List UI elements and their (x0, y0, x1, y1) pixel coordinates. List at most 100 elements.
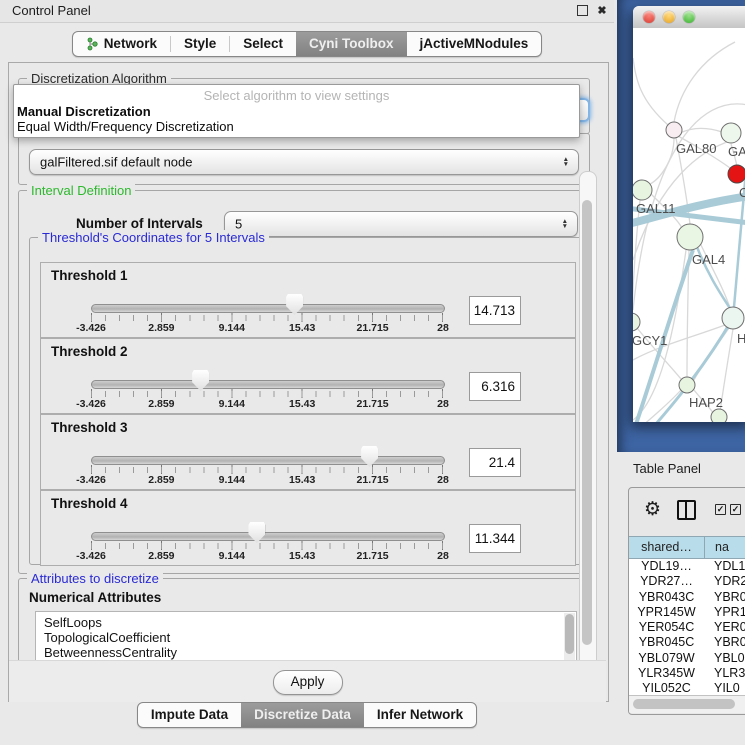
option-manual-discretization[interactable]: Manual Discretization (14, 104, 579, 119)
list-item[interactable]: BetweennessCentrality (36, 645, 576, 660)
table-row[interactable]: YBL079WYBL0 (629, 651, 745, 666)
threshold-4-value-field[interactable] (469, 524, 521, 553)
slider-track[interactable] (91, 456, 445, 465)
list-scrollbar[interactable] (564, 613, 575, 667)
table-row[interactable]: YBR045CYBR0 (629, 635, 745, 650)
table-row[interactable]: YLR345WYLR3 (629, 666, 745, 681)
list-item[interactable]: SelfLoops (36, 615, 576, 630)
network-node-gal11[interactable] (633, 180, 652, 200)
apply-button[interactable]: Apply (273, 670, 343, 695)
column-header-name[interactable]: na (705, 537, 745, 558)
cell: YBL079W (629, 651, 704, 666)
list-item[interactable]: TopologicalCoefficient (36, 630, 576, 645)
slider-scale: -3.426 2.859 9.144 15.43 21.715 28 (91, 550, 443, 564)
tab-select[interactable]: Select (230, 32, 296, 56)
number-of-intervals-combo[interactable]: 5 ▲▼ (224, 211, 578, 237)
network-node-hap2[interactable] (679, 377, 695, 393)
threshold-2-value-field[interactable] (469, 372, 521, 401)
slider-minor-ticks (91, 543, 444, 549)
network-node-top-right[interactable] (721, 123, 741, 143)
tab-infer-network[interactable]: Infer Network (364, 703, 476, 727)
threshold-3-value-field[interactable] (469, 448, 521, 477)
cell: YBR045C (629, 635, 704, 650)
tab-jactivemnodules-label: jActiveMNodules (420, 32, 529, 56)
number-of-intervals-label: Number of Intervals (76, 216, 203, 231)
tab-impute-data[interactable]: Impute Data (138, 703, 241, 727)
network-node-h[interactable] (722, 307, 744, 329)
node-label-gal80: GAL80 (676, 141, 716, 156)
checkbox-icon[interactable]: ✓ (715, 504, 726, 515)
cell: YDR2 (704, 574, 745, 589)
panel-scrollbar[interactable] (579, 171, 597, 695)
slider-track[interactable] (91, 380, 445, 389)
gear-icon[interactable]: ⚙ (644, 498, 661, 520)
node-label-gcy1: GCY1 (633, 333, 667, 348)
option-equal-width-frequency[interactable]: Equal Width/Frequency Discretization (14, 119, 579, 134)
column-header-shared[interactable]: shared… (629, 537, 705, 558)
close-icon[interactable]: ✖ (596, 5, 608, 17)
table-row[interactable]: YPR145WYPR1 (629, 605, 745, 620)
table-horizontal-scrollbar[interactable] (629, 695, 745, 713)
network-canvas[interactable]: GAL80 GA C GAL11 GAL4 GCY1 H HAP2 (633, 28, 745, 422)
table-row[interactable]: YDL19…YDL1 (629, 559, 745, 574)
tab-discretize-data-label: Discretize Data (254, 703, 351, 727)
table-row[interactable]: YDR27…YDR2 (629, 574, 745, 589)
node-label-partial-red: C (739, 185, 745, 200)
network-node-bottom[interactable] (711, 409, 727, 422)
cell: YBR0 (704, 590, 745, 605)
scale-label: 21.715 (357, 322, 389, 334)
scale-label: 2.859 (148, 474, 174, 486)
numerical-attributes-label: Numerical Attributes (29, 590, 161, 605)
cell: YLR345W (629, 666, 704, 681)
threshold-2-box: Threshold 2 -3.426 2.859 9.144 15.43 21.… (40, 338, 576, 414)
thresholds-title: Threshold's Coordinates for 5 Intervals (38, 230, 269, 245)
scale-label: 21.715 (357, 550, 389, 562)
table-scrollbar-thumb[interactable] (633, 699, 735, 709)
table-toolbar: ⚙ ✓ ✓ (629, 488, 745, 536)
float-window-icon[interactable] (577, 5, 588, 16)
table-data-combo[interactable]: galFiltered.sif default node ▲▼ (29, 149, 579, 175)
network-view-window: GAL80 GA C GAL11 GAL4 GCY1 H HAP2 (633, 6, 745, 422)
tab-cyni-toolbox[interactable]: Cyni Toolbox (296, 32, 407, 56)
slider-track[interactable] (91, 304, 445, 313)
network-node-gcy1[interactable] (633, 313, 640, 331)
network-node-red[interactable] (728, 165, 745, 183)
list-scrollbar-thumb[interactable] (565, 614, 574, 654)
apply-row: Apply (9, 660, 606, 702)
scale-label: -3.426 (76, 550, 106, 562)
scale-label: 28 (437, 322, 449, 334)
table-row[interactable]: YER054CYER0 (629, 620, 745, 635)
threshold-1-value-field[interactable] (469, 296, 521, 325)
panel-scrollbar-thumb[interactable] (582, 200, 592, 645)
close-traffic-light[interactable] (643, 11, 655, 23)
algorithm-dropdown-popup: Select algorithm to view settings Manual… (13, 84, 580, 138)
tab-cyni-toolbox-label: Cyni Toolbox (309, 32, 394, 56)
tab-style[interactable]: Style (171, 32, 229, 56)
top-tabbar: Network Style Select Cyni Toolbox jActiv… (72, 31, 543, 57)
tab-jactivemnodules[interactable]: jActiveMNodules (407, 32, 542, 56)
zoom-traffic-light[interactable] (683, 11, 695, 23)
checkbox-icon[interactable]: ✓ (730, 504, 741, 515)
scale-label: 2.859 (148, 550, 174, 562)
threshold-3-box: Threshold 3 -3.426 2.859 9.144 15.43 21.… (40, 414, 576, 490)
tab-discretize-data[interactable]: Discretize Data (241, 703, 364, 727)
cell: YER0 (704, 620, 745, 635)
network-graph: GAL80 GA C GAL11 GAL4 GCY1 H HAP2 (633, 28, 745, 422)
table-row[interactable]: YBR043CYBR0 (629, 590, 745, 605)
scale-label: 21.715 (357, 398, 389, 410)
column-split-icon[interactable] (677, 500, 696, 520)
control-panel-titlebar: Control Panel ✖ (0, 0, 614, 23)
scale-label: 9.144 (219, 550, 245, 562)
network-node-gal80[interactable] (666, 122, 682, 138)
slider-track[interactable] (91, 532, 445, 541)
scale-label: 15.43 (289, 398, 315, 410)
minimize-traffic-light[interactable] (663, 11, 675, 23)
network-node-gal4[interactable] (677, 224, 703, 250)
network-window-titlebar[interactable] (633, 6, 745, 29)
scale-label: -3.426 (76, 474, 106, 486)
scale-label: 28 (437, 474, 449, 486)
table-panel: Table Panel ⚙ ✓ ✓ shared… na YDL19…YDL1 … (617, 452, 745, 745)
network-icon (86, 37, 99, 51)
tab-network[interactable]: Network (73, 32, 170, 56)
scale-label: 2.859 (148, 398, 174, 410)
